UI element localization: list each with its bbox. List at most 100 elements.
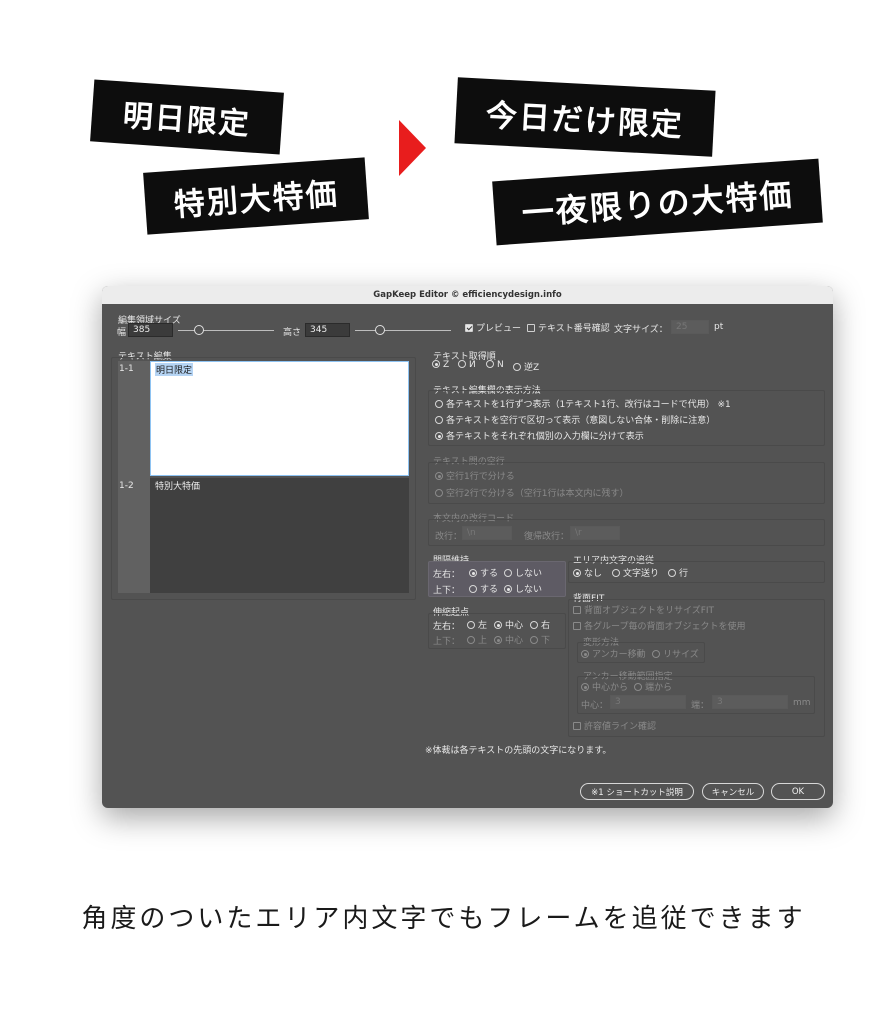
order-option-reverse-z[interactable]: 逆Z [513, 360, 539, 373]
transform-anchor[interactable]: アンカー移動 [581, 647, 646, 660]
follow-panel [568, 561, 825, 583]
radio-icon [469, 585, 477, 593]
tolerance-checkbox[interactable]: 許容値ライン確認 [573, 719, 656, 732]
origin-ud-top[interactable]: 上 [467, 633, 487, 646]
radio-icon [513, 363, 521, 371]
text-number-checkbox[interactable]: テキスト番号確認 [527, 321, 610, 334]
origin-option-label: 中心 [505, 636, 524, 646]
order-option-label: Z [443, 360, 450, 370]
gap-keep-ud-yes[interactable]: する [469, 582, 498, 595]
origin-option-label: 左 [478, 621, 488, 631]
radio-icon [530, 621, 538, 629]
origin-ud-center[interactable]: 中心 [494, 633, 523, 646]
mm-unit: mm [793, 698, 811, 708]
cancel-button[interactable]: キャンセル [702, 783, 764, 800]
width-input[interactable]: 385 [128, 323, 173, 337]
gap-keep-lr-no[interactable]: しない [504, 566, 542, 579]
preview-checkbox[interactable]: プレビュー [465, 321, 521, 334]
radio-icon [652, 650, 660, 658]
follow-option-label: なし [584, 569, 603, 579]
transform-resize[interactable]: リサイズ [652, 647, 699, 660]
text-edit-value: 明日限定 [155, 363, 194, 376]
order-option-n[interactable]: N [486, 360, 504, 370]
break-label: 改行： [435, 532, 463, 542]
checkbox-icon [573, 722, 581, 730]
radio-icon [435, 489, 443, 497]
ok-button[interactable]: OK [771, 783, 825, 800]
gap-keep-lr-yes[interactable]: する [469, 566, 498, 579]
resize-bg-checkbox[interactable]: 背面オブジェクトをリサイズFIT [573, 603, 714, 616]
width-slider-track [178, 330, 274, 331]
origin-ud-bottom[interactable]: 下 [530, 633, 550, 646]
origin-lr-right[interactable]: 右 [530, 618, 550, 631]
gap-keep-option-label: する [480, 585, 499, 595]
display-option-label: 各テキストを1行ずつ表示（1テキスト1行、改行はコードで代用） ※1 [446, 400, 731, 410]
height-slider-knob[interactable] [375, 325, 385, 335]
radio-selected-icon [494, 636, 502, 644]
order-option-i[interactable]: И [458, 360, 476, 370]
radio-selected-icon [573, 569, 581, 577]
radio-icon [668, 569, 676, 577]
display-option-label: 各テキストを空行で区切って表示（意図しない合体・削除に注意） [446, 416, 716, 426]
anchor-from-center[interactable]: 中心から [581, 680, 628, 693]
anchor-from-edge[interactable]: 端から [634, 680, 672, 693]
per-group-label: 各グループ毎の背面オブジェクトを使用 [584, 622, 746, 632]
return-input[interactable]: \r [570, 526, 620, 540]
display-option-label: 各テキストをそれぞれ個別の入力欄に分けて表示 [446, 432, 644, 442]
banner-before-line1: 明日限定 [90, 79, 284, 155]
radio-icon [612, 569, 620, 577]
origin-lr-center[interactable]: 中心 [494, 618, 523, 631]
preview-check-icon [465, 324, 473, 332]
transform-option-label: アンカー移動 [592, 650, 646, 660]
center-input[interactable]: 3 [610, 695, 686, 709]
radio-selected-icon [435, 432, 443, 440]
origin-lr-left[interactable]: 左 [467, 618, 487, 631]
follow-option-none[interactable]: なし [573, 566, 602, 579]
edge-label: 端： [691, 701, 710, 711]
gap-keep-ud-no[interactable]: しない [504, 582, 542, 595]
center-label: 中心： [581, 701, 609, 711]
transform-option-label: リサイズ [663, 650, 699, 660]
per-group-checkbox[interactable]: 各グループ毎の背面オブジェクトを使用 [573, 619, 745, 632]
radio-selected-icon [435, 472, 443, 480]
break-input[interactable]: \n [462, 526, 512, 540]
blank-lines-option-label: 空行2行で分ける（空行1行は本文内に残す） [446, 489, 629, 499]
text-number-label: テキスト番号確認 [538, 324, 610, 334]
display-option-2[interactable]: 各テキストを空行で区切って表示（意図しない合体・削除に注意） [435, 413, 715, 426]
row-number: 1-1 [119, 364, 134, 374]
text-number-check-icon [527, 324, 535, 332]
radio-selected-icon [494, 621, 502, 629]
order-option-label: N [497, 360, 504, 370]
resize-bg-label: 背面オブジェクトをリサイズFIT [584, 606, 715, 616]
gapkeep-editor-dialog: GapKeep Editor © efficiencydesign.info 編… [102, 286, 833, 808]
text-edit-field[interactable]: 明日限定 [150, 361, 409, 476]
preview-label: プレビュー [476, 324, 522, 334]
gap-keep-option-label: する [480, 569, 499, 579]
font-size-unit: pt [714, 322, 724, 332]
radio-selected-icon [581, 683, 589, 691]
origin-option-label: 右 [541, 621, 551, 631]
text-edit-field[interactable]: 特別大特価 [150, 478, 409, 593]
gap-keep-lr-label: 左右： [433, 570, 461, 580]
width-slider-knob[interactable] [194, 325, 204, 335]
radio-icon [435, 416, 443, 424]
shortcut-button[interactable]: ※1 ショートカット説明 [580, 783, 694, 800]
display-option-3[interactable]: 各テキストをそれぞれ個別の入力欄に分けて表示 [435, 429, 644, 442]
origin-ud-label: 上下： [433, 637, 461, 647]
follow-option-tracking[interactable]: 文字送り [612, 566, 659, 579]
edge-input[interactable]: 3 [712, 695, 788, 709]
radio-selected-icon [504, 585, 512, 593]
font-size-input[interactable]: 25 [671, 320, 709, 334]
return-label: 復帰改行： [524, 532, 570, 542]
blank-lines-option-2[interactable]: 空行2行で分ける（空行1行は本文内に残す） [435, 486, 628, 499]
order-option-label: И [469, 360, 476, 370]
banner-after-line2: 一夜限りの大特価 [492, 158, 823, 246]
follow-option-line[interactable]: 行 [668, 566, 688, 579]
order-option-z[interactable]: Z [432, 360, 449, 370]
height-input[interactable]: 345 [305, 323, 350, 337]
footnote: ※体裁は各テキストの先頭の文字になります。 [425, 746, 612, 756]
display-option-1[interactable]: 各テキストを1行ずつ表示（1テキスト1行、改行はコードで代用） ※1 [435, 397, 731, 410]
blank-lines-option-1[interactable]: 空行1行で分ける [435, 469, 515, 482]
follow-option-label: 文字送り [623, 569, 660, 579]
radio-icon [634, 683, 642, 691]
